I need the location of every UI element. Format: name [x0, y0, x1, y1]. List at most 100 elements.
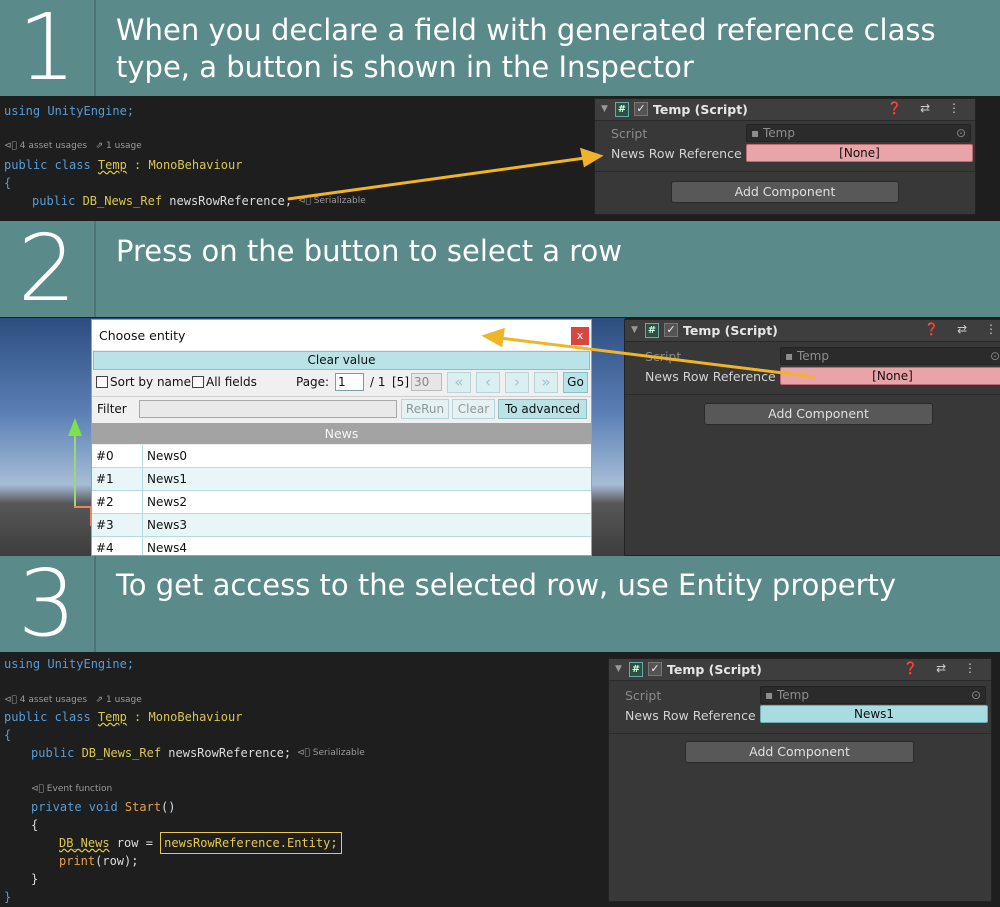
- first-page-icon[interactable]: «: [447, 372, 471, 393]
- row-name: News1: [142, 468, 187, 490]
- print-call: print: [59, 854, 96, 868]
- reference-button[interactable]: News1: [760, 705, 988, 723]
- close-brace: }: [4, 890, 12, 904]
- row-id: #4: [96, 541, 114, 555]
- method-modifier: private void: [31, 800, 125, 814]
- page-size-input[interactable]: 30: [411, 373, 442, 391]
- header-menu-icons[interactable]: ❓ ⇄ ⋮: [924, 322, 1000, 336]
- field-name: newsRowReference;: [161, 746, 292, 760]
- table-row[interactable]: #3 News3: [92, 514, 591, 537]
- script-field[interactable]: ▪ Temp ⊙: [760, 686, 986, 704]
- file-icon: ▪: [785, 349, 794, 363]
- step2-inspector: ▼ # ✓ Temp (Script) ❓ ⇄ ⋮ Script ▪ Temp ⊙…: [624, 319, 1000, 556]
- step3-number: 3: [0, 556, 96, 652]
- script-label: Script: [625, 688, 662, 703]
- script-value: Temp: [796, 349, 829, 363]
- dialog-titlebar[interactable]: Choose entity x: [92, 320, 591, 350]
- last-page-icon[interactable]: »: [534, 372, 558, 393]
- target-icon[interactable]: ⊙: [990, 348, 1000, 364]
- go-button[interactable]: Go: [563, 372, 588, 393]
- row-name: News2: [142, 491, 187, 513]
- enabled-checkbox[interactable]: ✓: [648, 662, 662, 676]
- component-header[interactable]: ▼ # ✓ Temp (Script) ❓ ⇄ ⋮: [609, 659, 991, 681]
- script-icon: #: [629, 662, 643, 677]
- field-modifier: public: [32, 194, 83, 208]
- row-id: #1: [96, 472, 114, 486]
- all-fields-checkbox[interactable]: [192, 376, 204, 388]
- gizmo-line: [74, 436, 76, 506]
- step2-number: 2: [0, 221, 96, 317]
- y-axis-gizmo-icon[interactable]: [68, 418, 82, 436]
- page-input[interactable]: 1: [335, 373, 364, 391]
- add-component-button[interactable]: Add Component: [704, 403, 933, 425]
- filter-label: Filter: [97, 402, 127, 416]
- row-name: News0: [142, 445, 187, 467]
- header-menu-icons[interactable]: ❓ ⇄ ⋮: [903, 661, 983, 675]
- method-close-brace: }: [31, 872, 39, 886]
- reference-button[interactable]: [None]: [780, 367, 1000, 385]
- add-component-button[interactable]: Add Component: [685, 741, 914, 763]
- collapse-icon[interactable]: ▼: [615, 664, 622, 674]
- using-statement: using UnityEngine;: [4, 104, 135, 118]
- row-type: DB_News: [59, 836, 110, 850]
- next-page-icon[interactable]: ›: [505, 372, 529, 393]
- prev-page-icon[interactable]: ‹: [476, 372, 500, 393]
- usages-hint: ⊲⃝ 4 asset usages ⇗ 1 usage: [4, 695, 142, 705]
- sort-by-name-checkbox[interactable]: [96, 376, 108, 388]
- step2-banner: 2 Press on the button to select a row: [0, 221, 1000, 317]
- target-icon[interactable]: ⊙: [956, 125, 966, 141]
- class-base: : MonoBehaviour: [126, 710, 243, 724]
- script-field[interactable]: ▪ Temp ⊙: [780, 347, 1000, 365]
- collapse-icon[interactable]: ▼: [631, 325, 638, 335]
- to-advanced-button[interactable]: To advanced: [498, 399, 587, 419]
- page-total: / 1: [370, 375, 386, 389]
- clear-filter-button[interactable]: Clear: [452, 399, 495, 419]
- script-value: Temp: [776, 688, 809, 702]
- sort-by-name-label: Sort by name: [110, 375, 191, 389]
- news-column-header[interactable]: News: [92, 423, 591, 444]
- table-row[interactable]: #4 News4: [92, 537, 591, 555]
- target-icon[interactable]: ⊙: [971, 687, 981, 703]
- row-declaration: row =: [109, 836, 161, 850]
- table-row[interactable]: #2 News2: [92, 491, 591, 514]
- clear-value-button[interactable]: Clear value: [93, 351, 590, 370]
- field-modifier: public: [31, 746, 82, 760]
- table-row[interactable]: #1 News1: [92, 468, 591, 491]
- table-row[interactable]: #0 News0: [92, 445, 591, 468]
- component-title: Temp (Script): [683, 323, 778, 338]
- class-name: Temp: [97, 158, 127, 172]
- collapse-icon[interactable]: ▼: [601, 104, 608, 114]
- component-header[interactable]: ▼ # ✓ Temp (Script) ❓ ⇄ ⋮: [625, 320, 1000, 342]
- x-axis-gizmo-icon[interactable]: [74, 506, 92, 526]
- header-menu-icons[interactable]: ❓ ⇄ ⋮: [887, 101, 967, 115]
- field-label: News Row Reference: [611, 146, 742, 161]
- filter-toolbar: Filter ReRun Clear To advanced: [92, 396, 591, 420]
- print-args: (row);: [95, 854, 139, 868]
- component-header[interactable]: ▼ # ✓ Temp (Script) ❓ ⇄ ⋮: [595, 99, 975, 121]
- script-icon: #: [645, 323, 659, 338]
- filter-input[interactable]: [139, 400, 397, 418]
- step1-text: When you declare a field with generated …: [116, 13, 936, 84]
- rerun-button[interactable]: ReRun: [401, 399, 449, 419]
- class-base: : MonoBehaviour: [126, 158, 243, 172]
- field-name: newsRowReference;: [162, 194, 293, 208]
- script-value: Temp: [762, 126, 795, 140]
- class-keyword: public class: [4, 158, 98, 172]
- method-name: Start: [124, 800, 162, 814]
- paging-toolbar: Sort by name All fields Page: 1 / 1 [5] …: [92, 371, 591, 394]
- enabled-checkbox[interactable]: ✓: [634, 102, 648, 116]
- reference-button[interactable]: [None]: [746, 144, 973, 162]
- dialog-title: Choose entity: [99, 328, 186, 343]
- step1-code-editor: using UnityEngine; ⊲⃝ 4 asset usages ⇗ 1…: [0, 98, 595, 221]
- row-name: News4: [142, 537, 187, 555]
- all-fields-label: All fields: [206, 375, 257, 389]
- add-component-button[interactable]: Add Component: [671, 181, 899, 203]
- class-name: Temp: [97, 710, 127, 724]
- divider: [625, 394, 1000, 395]
- divider: [609, 733, 991, 734]
- close-icon[interactable]: x: [571, 327, 589, 345]
- step2-text: Press on the button to select a row: [116, 234, 623, 268]
- script-field[interactable]: ▪ Temp ⊙: [746, 124, 971, 142]
- enabled-checkbox[interactable]: ✓: [664, 323, 678, 337]
- serializable-hint: ⊲⃝ Serializable: [298, 196, 366, 206]
